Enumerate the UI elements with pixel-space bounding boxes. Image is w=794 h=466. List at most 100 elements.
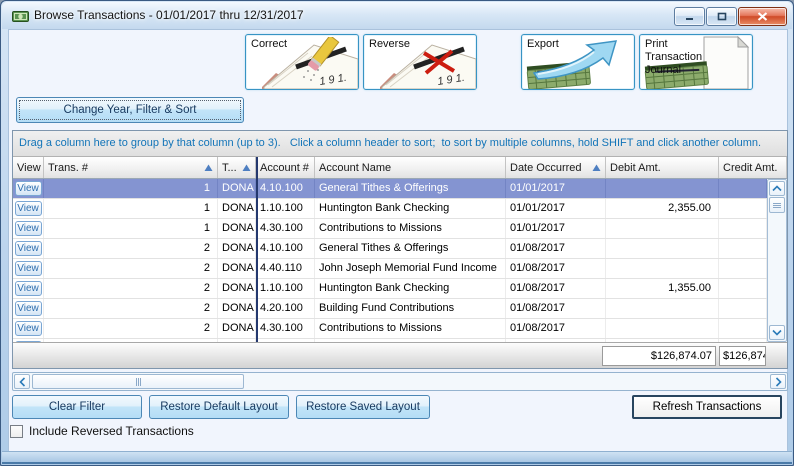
cell-view: View bbox=[13, 259, 44, 278]
view-row-button[interactable]: View bbox=[15, 321, 42, 336]
correct-button-label: Correct bbox=[251, 38, 287, 51]
cell-account-number: 1.10.100 bbox=[256, 199, 315, 218]
reverse-button[interactable]: Reverse 1 9 1. bbox=[363, 34, 477, 90]
cell-date-occurred: 01/01/2017 bbox=[506, 219, 606, 238]
view-row-button[interactable]: View bbox=[15, 201, 42, 216]
vertical-scrollbar[interactable] bbox=[767, 179, 787, 342]
grid-header-row: View Trans. # T... Account # Account Name Dat… bbox=[13, 157, 787, 179]
close-icon bbox=[757, 12, 768, 21]
title-bar[interactable]: Browse Transactions - 01/01/2017 thru 12… bbox=[2, 2, 792, 29]
correct-button[interactable]: Correct 1 9 1. bbox=[245, 34, 359, 90]
cell-account-name: John Joseph Memorial Fund Income bbox=[315, 259, 506, 278]
restore-default-layout-button[interactable]: Restore Default Layout bbox=[149, 395, 289, 419]
column-header-label: Account # bbox=[260, 162, 309, 174]
grid-body: View1DONA4.10.100General Tithes & Offeri… bbox=[13, 179, 767, 342]
include-reversed-label: Include Reversed Transactions bbox=[29, 424, 194, 438]
table-row[interactable]: View1DONA4.30.100Contributions to Missio… bbox=[13, 219, 767, 239]
horizontal-scrollbar[interactable] bbox=[12, 372, 788, 391]
table-row[interactable]: View1DONA4.10.100General Tithes & Offeri… bbox=[13, 179, 767, 199]
view-row-button[interactable]: View bbox=[15, 181, 42, 196]
transactions-grid: Drag a column here to group by that colu… bbox=[12, 130, 788, 369]
cell-credit-amount bbox=[719, 199, 767, 218]
group-by-hint-bar[interactable]: Drag a column here to group by that colu… bbox=[13, 131, 787, 157]
cell-debit-amount bbox=[606, 219, 719, 238]
column-header-account-name[interactable]: Account Name bbox=[315, 157, 506, 179]
column-header-t[interactable]: T... bbox=[218, 157, 256, 179]
refresh-transactions-button[interactable]: Refresh Transactions bbox=[632, 395, 782, 419]
vertical-scroll-thumb[interactable] bbox=[769, 197, 785, 213]
cell-credit-amount bbox=[719, 219, 767, 238]
column-header-account-#[interactable]: Account # bbox=[256, 157, 315, 179]
view-row-button[interactable]: View bbox=[15, 241, 42, 256]
table-row[interactable]: View2DONA1.10.100Huntington Bank Checkin… bbox=[13, 279, 767, 299]
thumb-grip bbox=[136, 378, 141, 386]
cell-credit-amount bbox=[719, 279, 767, 298]
sort-ascending-icon bbox=[592, 164, 601, 172]
window-title: Browse Transactions - 01/01/2017 thru 12… bbox=[34, 8, 304, 22]
horizontal-scroll-thumb[interactable] bbox=[32, 374, 244, 389]
cell-type: DONA bbox=[218, 299, 256, 318]
change-year-filter-sort-button[interactable]: Change Year, Filter & Sort bbox=[16, 97, 244, 123]
export-button[interactable]: Export bbox=[521, 34, 635, 90]
cell-view: View bbox=[13, 219, 44, 238]
cell-view: View bbox=[13, 319, 44, 338]
table-row[interactable]: View1DONA1.10.100Huntington Bank Checkin… bbox=[13, 199, 767, 219]
cell-account-name: General Tithes & Offerings bbox=[315, 179, 506, 198]
column-header-label: Credit Amt. bbox=[723, 162, 777, 174]
cell-credit-amount bbox=[719, 239, 767, 258]
view-row-button[interactable]: View bbox=[15, 301, 42, 316]
cell-account-name: Building Fund Contributions bbox=[315, 299, 506, 318]
scroll-down-button[interactable] bbox=[769, 325, 785, 340]
view-row-button[interactable]: View bbox=[15, 261, 42, 276]
scroll-up-button[interactable] bbox=[769, 181, 785, 196]
chevron-left-icon bbox=[19, 377, 26, 387]
column-header-date-occurred[interactable]: Date Occurred bbox=[506, 157, 606, 179]
column-header-label: Date Occurred bbox=[510, 162, 582, 174]
restore-saved-layout-button[interactable]: Restore Saved Layout bbox=[296, 395, 430, 419]
scroll-right-button[interactable] bbox=[770, 374, 786, 389]
cell-trans-number: 2 bbox=[44, 239, 218, 258]
print-transaction-journal-button[interactable]: Print Transaction Journal bbox=[639, 34, 753, 90]
cell-type: DONA bbox=[218, 279, 256, 298]
cell-account-name: General Tithes & Offerings bbox=[315, 239, 506, 258]
include-reversed-row: Include Reversed Transactions bbox=[10, 423, 194, 439]
scroll-left-button[interactable] bbox=[14, 374, 30, 389]
cell-account-number: 4.20.100 bbox=[256, 299, 315, 318]
cell-type: DONA bbox=[218, 319, 256, 338]
minimize-button[interactable] bbox=[674, 7, 705, 26]
app-money-icon bbox=[12, 9, 29, 28]
column-header-label: Trans. # bbox=[48, 162, 88, 174]
cell-trans-number: 2 bbox=[44, 259, 218, 278]
fixed-column-divider bbox=[256, 157, 258, 342]
cell-trans-number: 1 bbox=[44, 179, 218, 198]
cell-account-number: 4.30.100 bbox=[256, 319, 315, 338]
cell-debit-amount bbox=[606, 259, 719, 278]
chevron-up-icon bbox=[772, 185, 782, 192]
sort-ascending-icon bbox=[242, 164, 251, 172]
column-header-credit-amt[interactable]: Credit Amt. bbox=[719, 157, 787, 179]
table-row[interactable]: View2DONA4.20.100Building Fund Contribut… bbox=[13, 299, 767, 319]
maximize-icon bbox=[717, 12, 727, 21]
view-row-button[interactable]: View bbox=[15, 221, 42, 236]
close-button[interactable] bbox=[738, 7, 787, 26]
column-header-view[interactable]: View bbox=[13, 157, 44, 179]
sort-ascending-icon bbox=[204, 164, 213, 172]
clear-filter-button[interactable]: Clear Filter bbox=[12, 395, 142, 419]
include-reversed-checkbox[interactable] bbox=[10, 425, 23, 438]
cell-date-occurred: 01/08/2017 bbox=[506, 259, 606, 278]
cell-account-name: Contributions to Missions bbox=[315, 219, 506, 238]
view-row-button[interactable]: View bbox=[15, 281, 42, 296]
cell-credit-amount bbox=[719, 259, 767, 278]
cell-debit-amount bbox=[606, 319, 719, 338]
table-row[interactable]: View2DONA4.30.100Contributions to Missio… bbox=[13, 319, 767, 339]
column-header-trans-#[interactable]: Trans. # bbox=[44, 157, 218, 179]
table-row[interactable]: View2DONA4.40.110John Joseph Memorial Fu… bbox=[13, 259, 767, 279]
cell-debit-amount: 1,355.00 bbox=[606, 279, 719, 298]
column-header-debit-amt[interactable]: Debit Amt. bbox=[606, 157, 719, 179]
maximize-button[interactable] bbox=[706, 7, 737, 26]
cell-debit-amount bbox=[606, 239, 719, 258]
cell-account-name: Huntington Bank Checking bbox=[315, 279, 506, 298]
cell-date-occurred: 01/01/2017 bbox=[506, 179, 606, 198]
cell-account-number: 1.10.100 bbox=[256, 279, 315, 298]
table-row[interactable]: View2DONA4.10.100General Tithes & Offeri… bbox=[13, 239, 767, 259]
